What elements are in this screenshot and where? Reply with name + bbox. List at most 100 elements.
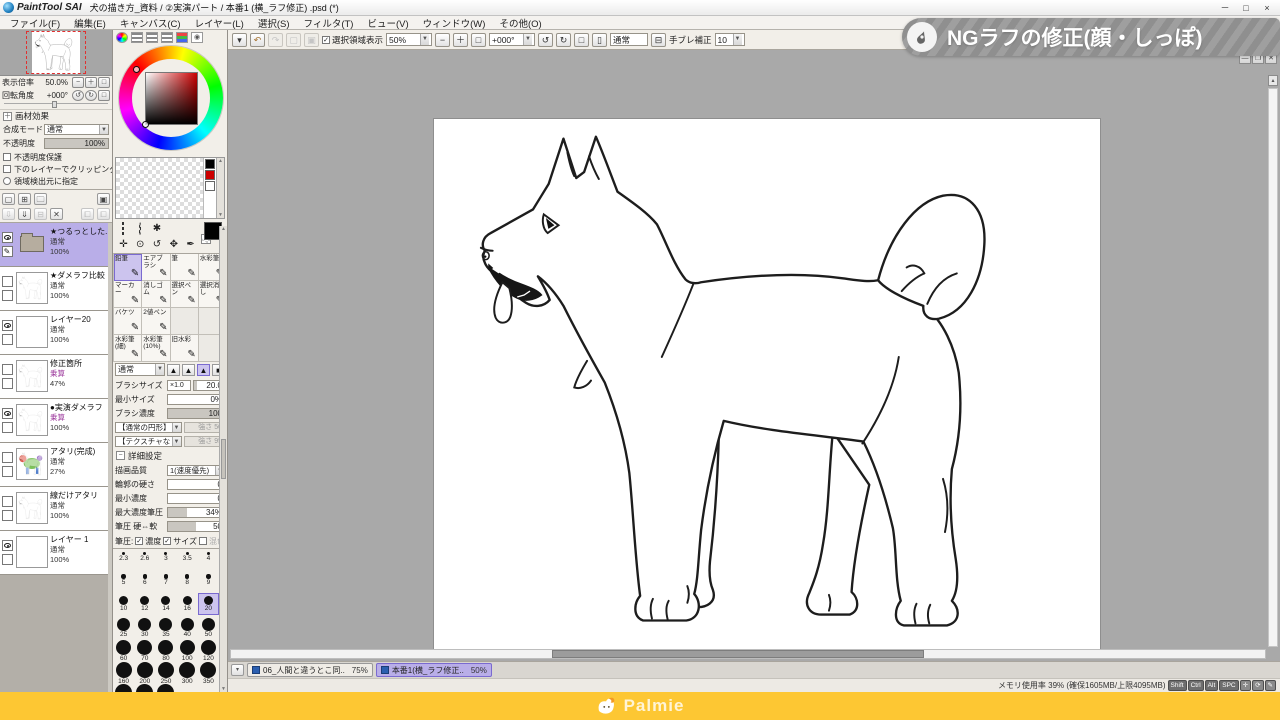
layer-visibility-checkbox[interactable]	[2, 364, 13, 375]
hue-cursor[interactable]	[133, 66, 140, 73]
new-folder-button[interactable]: 🗀	[34, 193, 47, 205]
tool-cell[interactable]: バケツ✎	[114, 308, 142, 335]
layer-visibility-checkbox[interactable]	[2, 320, 13, 331]
menu-item[interactable]: ビュー(V)	[360, 16, 415, 30]
navigator-viewport-rect[interactable]	[26, 31, 86, 74]
hand-tool[interactable]: ✥	[167, 238, 180, 251]
delete-layer-button[interactable]: ✕	[50, 208, 63, 220]
preset-cell[interactable]: 3	[155, 549, 176, 571]
layer-effect-checkbox[interactable]	[2, 554, 13, 565]
canvas-zoom-in-button[interactable]: ＋	[453, 33, 468, 47]
layer-row[interactable]: ✎★つるっとした..通常100%	[0, 223, 108, 267]
layer-effect-checkbox[interactable]	[2, 290, 13, 301]
preset-cell[interactable]: 7	[155, 571, 176, 593]
preset-cell[interactable]: 35	[155, 615, 176, 637]
brush-tip-soft[interactable]: ▲	[167, 364, 180, 376]
preset-cell[interactable]: 16	[177, 593, 198, 615]
preset-cell[interactable]: 120	[198, 637, 219, 659]
canvas-angle-select[interactable]: +000°▼	[489, 33, 535, 46]
opacity-slider[interactable]: 100%	[44, 138, 109, 149]
setting-select[interactable]: 1(速度優先)▼	[167, 465, 225, 476]
deselect-button[interactable]: ▢	[286, 33, 301, 47]
preset-cell[interactable]: 8	[177, 571, 198, 593]
swatch-red[interactable]	[205, 170, 215, 180]
navigator-preview[interactable]	[0, 30, 112, 76]
zoom-out-button[interactable]: −	[72, 77, 84, 88]
checkbox-icon[interactable]	[3, 153, 11, 161]
merge-down-button[interactable]: ⇓	[18, 208, 31, 220]
swatch-white[interactable]	[205, 181, 215, 191]
brush-tip-hard[interactable]: ▲	[197, 364, 210, 376]
tool-cell[interactable]: 2値ペン✎	[142, 308, 170, 335]
preset-cell[interactable]: 10	[113, 593, 134, 615]
blend-mode-select[interactable]: 通常▼	[44, 124, 109, 135]
preset-cell[interactable]: 14	[155, 593, 176, 615]
new-layer-button[interactable]: ▢	[2, 193, 15, 205]
sv-cursor[interactable]	[142, 121, 149, 128]
scratchpad-scrollbar[interactable]: ▲▼	[216, 158, 224, 218]
layer-visibility-checkbox[interactable]	[2, 408, 13, 419]
preset-cell[interactable]: 3.5	[177, 549, 198, 571]
layer-visibility-checkbox[interactable]	[2, 452, 13, 463]
setting-select[interactable]: 【通常の円形】▼	[115, 422, 182, 433]
tool-cell[interactable]: 鉛筆✎	[114, 254, 142, 281]
lower-layer-button[interactable]: ⧠	[97, 208, 110, 220]
canvas-zoom-out-button[interactable]: −	[435, 33, 450, 47]
magic-wand-tool[interactable]: ✱	[150, 222, 163, 235]
setting-prefix[interactable]: ×1.0	[167, 380, 191, 391]
scrollbar-thumb[interactable]	[552, 650, 924, 658]
canvas-rotate-cw-button[interactable]: ↻	[556, 33, 571, 47]
layer-effect-checkbox[interactable]	[2, 510, 13, 521]
preset-cell[interactable]: 2.6	[134, 549, 155, 571]
zoom-reset-button[interactable]: □	[98, 77, 110, 88]
pressure-check[interactable]: ✓濃度	[135, 536, 161, 547]
layer-effect-checkbox[interactable]	[2, 378, 13, 389]
maximize-button[interactable]: □	[1236, 1, 1256, 15]
swatches-tab-icon[interactable]	[176, 32, 188, 43]
layer-effect-checkbox[interactable]	[2, 466, 13, 477]
menu-item[interactable]: フィルタ(T)	[297, 16, 361, 30]
rotate-cw-button[interactable]: ↻	[85, 90, 97, 101]
scrollbar-top-button[interactable]: ▴	[1268, 75, 1278, 86]
canvas-zoom-select[interactable]: 50%▼	[386, 33, 432, 46]
layer-effect-checkbox[interactable]	[2, 422, 13, 433]
rect-select-tool[interactable]	[117, 222, 130, 235]
presets-scrollbar[interactable]: ▲▼	[219, 226, 227, 692]
raise-layer-button[interactable]: ⧠	[81, 208, 94, 220]
move-tool[interactable]: ✛	[117, 238, 130, 251]
preset-cell[interactable]: 80	[155, 637, 176, 659]
preset-cell[interactable]: 5	[113, 571, 134, 593]
zoom-tool[interactable]: ⊙	[134, 238, 147, 251]
color-mixer-tab-icon[interactable]	[161, 32, 173, 43]
setting-slider[interactable]: 0%	[167, 394, 225, 405]
canvas-area[interactable]: — ❐ ✕ ▴	[228, 50, 1280, 661]
layer-row[interactable]: ★ダメラフ比較通常100%	[0, 267, 108, 311]
undo-button[interactable]: ↶	[250, 33, 265, 47]
color-wheel[interactable]	[113, 45, 227, 155]
doc-tab[interactable]: 本番1(横_ラフ修正..50%	[376, 663, 492, 677]
layer-effect-checkbox[interactable]: ✎	[2, 246, 13, 257]
menu-item[interactable]: ファイル(F)	[3, 16, 67, 30]
tool-cell[interactable]: 選択ペン✎	[171, 281, 199, 308]
layer-mask-button[interactable]: ▣	[97, 193, 110, 205]
redo-button[interactable]: ↷	[268, 33, 283, 47]
eyedropper-tool[interactable]: ✒	[184, 238, 197, 251]
scratchpad-tab-icon[interactable]: ◉	[191, 32, 203, 43]
setting-slider[interactable]: 34%	[167, 507, 225, 518]
setting-slider[interactable]: 0	[167, 493, 225, 504]
menu-item[interactable]: 選択(S)	[251, 16, 297, 30]
layer-row[interactable]: アタリ(完成)通常27%	[0, 443, 108, 487]
preset-cell[interactable]: 40	[177, 615, 198, 637]
layer-row[interactable]: ●実演ダメラフ乗算100%	[0, 399, 108, 443]
preset-cell[interactable]: 30	[134, 615, 155, 637]
invert-selection-button[interactable]: ▣	[304, 33, 319, 47]
paint-blend-select[interactable]: 通常	[610, 33, 648, 46]
preset-cell[interactable]: 200	[134, 659, 155, 681]
navigator-slider[interactable]	[4, 103, 108, 108]
layer-effect-checkbox[interactable]	[2, 334, 13, 345]
color-wheel-tab-icon[interactable]	[116, 32, 128, 43]
preset-cell[interactable]: 350	[198, 659, 219, 681]
toolbar-menu-button[interactable]: ▾	[232, 33, 247, 47]
menu-item[interactable]: ウィンドウ(W)	[416, 16, 493, 30]
rotate-view-tool[interactable]: ↺	[150, 238, 163, 251]
